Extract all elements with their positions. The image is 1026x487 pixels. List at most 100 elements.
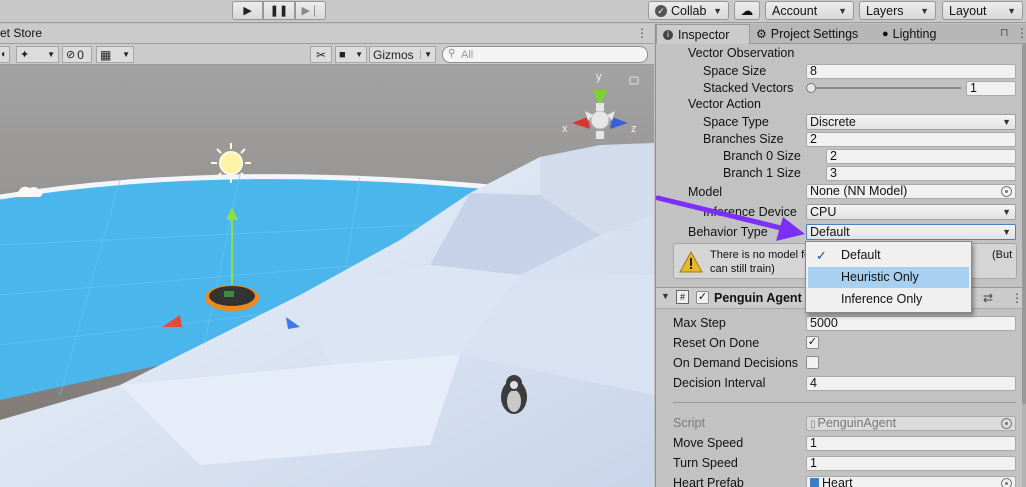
inference-device-dropdown[interactable]: CPU ▼ (806, 204, 1016, 220)
move-speed-field[interactable]: 1 (806, 436, 1016, 451)
max-step-field[interactable]: 5000 (806, 316, 1016, 331)
space-size-field[interactable]: 8 (806, 64, 1016, 79)
script-value: PenguinAgent (817, 416, 897, 430)
branch0-size-label: Branch 0 Size (723, 149, 801, 163)
chevron-down-icon: ▼ (1007, 5, 1016, 16)
reset-on-done-checkbox[interactable]: ✓ (806, 336, 819, 349)
audio-toggle[interactable]: ◖ (0, 46, 10, 63)
option-heuristic-only[interactable]: Heuristic Only (808, 267, 969, 288)
option-label: Heuristic Only (841, 270, 919, 284)
z-axis-label: z (631, 123, 637, 135)
inference-device-label: Inference Device (703, 205, 797, 219)
stacked-vectors-slider[interactable] (806, 83, 961, 93)
menu-dots-icon[interactable]: ⋮ (636, 26, 648, 40)
object-picker-icon (1001, 418, 1012, 429)
preset-icon[interactable]: ⇄ (983, 291, 993, 305)
light-gizmo (211, 143, 251, 183)
tab-asset-store[interactable]: et Store (0, 26, 42, 40)
layers-label: Layers (866, 3, 904, 18)
play-button[interactable]: ▶ (232, 1, 264, 20)
pause-icon: ❚❚ (269, 5, 289, 17)
camera-icon: ■ (339, 48, 346, 61)
play-icon: ▶ (243, 5, 252, 17)
step-button[interactable]: ▶❘ (294, 1, 326, 20)
turn-speed-field[interactable]: 1 (806, 456, 1016, 471)
option-inference-only[interactable]: Inference Only (808, 289, 969, 310)
layers-dropdown[interactable]: Layers ▼ (859, 1, 936, 20)
eye-slash-icon: ⊘ (66, 49, 76, 61)
foldout-arrow-icon[interactable]: ▼ (661, 291, 670, 301)
slider-handle[interactable] (806, 83, 816, 93)
branch1-size-field[interactable]: 3 (826, 166, 1016, 181)
tab-label: Project Settings (770, 27, 859, 41)
behavior-type-dropdown[interactable]: Default ▼ (806, 224, 1016, 240)
persp-label[interactable]: ← Persp (590, 222, 633, 234)
scene-viewport[interactable]: y x z ← Persp (0, 65, 654, 487)
turn-speed-label: Turn Speed (673, 456, 738, 470)
collab-button[interactable]: ✓ Collab ▼ (648, 1, 729, 20)
model-label: Model (688, 185, 723, 199)
effects-dropdown[interactable]: ✦ ▼ (16, 46, 59, 63)
account-label: Account (772, 3, 818, 18)
tab-label: Inspector (678, 27, 730, 42)
chevron-down-icon: ▼ (838, 5, 847, 16)
pause-button[interactable]: ❚❚ (263, 1, 295, 20)
layout-label: Layout (949, 3, 987, 18)
scrollbar-thumb[interactable] (1022, 44, 1026, 404)
chevron-down-icon: ▼ (1002, 117, 1011, 127)
heart-prefab-label: Heart Prefab (673, 476, 744, 487)
check-icon: ✓ (816, 248, 827, 263)
scene-search-input[interactable]: ⚲ All (442, 46, 648, 63)
heart-prefab-value: Heart (822, 476, 853, 487)
behavior-type-value: Default (810, 225, 850, 239)
chevron-down-icon: ▼ (420, 50, 432, 59)
branches-size-field[interactable]: 2 (806, 132, 1016, 147)
bulb-icon: ● (882, 28, 889, 40)
tab-project-settings[interactable]: ⚙ Project Settings (750, 24, 870, 44)
camera-dropdown[interactable]: ■ ▼ (335, 46, 367, 63)
tab-lighting[interactable]: ● Lighting (876, 24, 956, 44)
heart-prefab-field[interactable]: Heart (806, 476, 1016, 487)
component-title: Penguin Agent (714, 291, 802, 305)
account-dropdown[interactable]: Account ▼ (765, 1, 854, 20)
stacked-vectors-field[interactable]: 1 (966, 81, 1016, 96)
tab-inspector[interactable]: i Inspector (656, 24, 750, 44)
chevron-down-icon: ▼ (47, 50, 55, 59)
object-picker-icon[interactable] (1001, 186, 1012, 197)
scene-view: et Store ⋮ ◖ ✦ ▼ ⊘ 0 ▦ ▼ ✂ ■ ▼ Gizmos ▼ … (0, 24, 654, 487)
move-speed-label: Move Speed (673, 436, 744, 450)
on-demand-decisions-checkbox[interactable] (806, 356, 819, 369)
space-type-dropdown[interactable]: Discrete ▼ (806, 114, 1016, 130)
option-label: Default (841, 248, 881, 262)
tools-button[interactable]: ✂ (310, 46, 332, 63)
gizmos-label: Gizmos (373, 47, 414, 62)
inspector-scrollbar[interactable] (1022, 44, 1026, 487)
script-field: ▯ PenguinAgent (806, 416, 1016, 431)
section-divider (673, 402, 1016, 403)
grid-dropdown[interactable]: ▦ ▼ (96, 46, 134, 63)
cloud-button[interactable]: ☁ (734, 1, 760, 20)
inference-device-value: CPU (810, 205, 837, 219)
prefab-icon (810, 478, 819, 487)
component-enabled-checkbox[interactable]: ✓ (696, 291, 709, 304)
warning-text-2: can still train) (710, 263, 775, 275)
cloud-icon: ☁ (740, 4, 754, 18)
tab-label: Lighting (892, 27, 937, 41)
model-value: None (NN Model) (810, 184, 908, 198)
script-label: Script (673, 416, 705, 430)
vector-observation-header: Vector Observation (688, 46, 795, 60)
hidden-objects-toggle[interactable]: ⊘ 0 (62, 46, 92, 63)
menu-dots-icon[interactable]: ⋮ (1016, 26, 1026, 40)
branch0-size-field[interactable]: 2 (826, 149, 1016, 164)
scene-tab-bar: et Store ⋮ (0, 24, 654, 44)
model-field[interactable]: None (NN Model) (806, 184, 1016, 199)
playback-controls: ▶ ❚❚ ▶❘ (232, 1, 326, 20)
object-picker-icon[interactable] (1001, 478, 1012, 487)
gizmos-dropdown[interactable]: Gizmos ▼ (369, 46, 436, 63)
lock-icon[interactable]: ⊓ (1000, 26, 1009, 39)
decision-interval-field[interactable]: 4 (806, 376, 1016, 391)
layout-dropdown[interactable]: Layout ▼ (942, 1, 1023, 20)
option-default[interactable]: ✓ Default (808, 245, 969, 266)
script-icon: # (676, 290, 689, 304)
chevron-down-icon: ▼ (920, 5, 929, 16)
